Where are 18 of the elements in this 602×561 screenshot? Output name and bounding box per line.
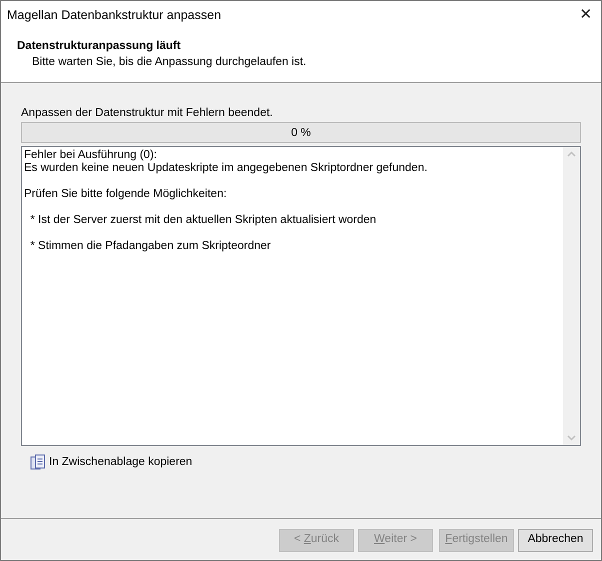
log-line: * Ist der Server zuerst mit den aktuellen Skripten aktualisiert worden — [29, 214, 376, 227]
log-text-area[interactable] — [21, 146, 581, 446]
status-text: Anpassen der Datenstruktur mit Fehlern beendet. — [21, 106, 273, 121]
log-line: Es wurden keine neuen Updateskripte im angegebenen Skriptordner gefunden. — [24, 162, 428, 175]
wizard-button[interactable]: Abbrechen — [518, 528, 593, 552]
page-heading: Datenstrukturanpassung läuft — [17, 39, 182, 54]
scroll-down-icon[interactable] — [567, 435, 576, 441]
scrollbar[interactable] — [563, 147, 580, 445]
log-line: * Stimmen die Pfadangaben zum Skripteordner — [29, 240, 271, 253]
progress-reading: 0 % — [291, 126, 311, 141]
close-button[interactable]: ✕ — [571, 2, 601, 30]
log-line: Prüfen Sie bitte folgende Möglichkeiten: — [24, 188, 227, 201]
copy-to-clipboard-link[interactable]: In Zwischenablage kopieren — [49, 454, 192, 472]
clipboard-icon[interactable] — [30, 454, 46, 472]
log-line: Fehler bei Ausführung (0): — [24, 149, 157, 162]
scroll-up-icon[interactable] — [567, 151, 576, 157]
page-subtitle: Bitte warten Sie, bis die Anpassung durchgelaufen ist. — [31, 55, 308, 70]
window-title: Magellan Datenbankstruktur anpassen — [7, 7, 222, 24]
